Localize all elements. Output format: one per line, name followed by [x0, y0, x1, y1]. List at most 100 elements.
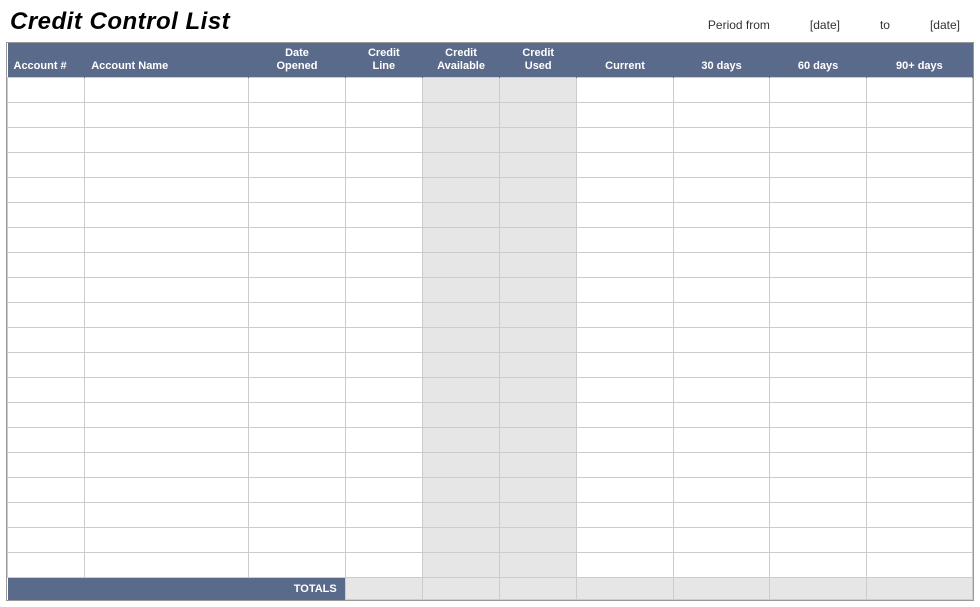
- cell[interactable]: [249, 553, 346, 578]
- table-row[interactable]: [8, 103, 973, 128]
- cell[interactable]: [500, 253, 577, 278]
- table-row[interactable]: [8, 78, 973, 103]
- cell[interactable]: [577, 528, 674, 553]
- cell[interactable]: [770, 478, 867, 503]
- cell[interactable]: [8, 253, 85, 278]
- cell[interactable]: [249, 528, 346, 553]
- cell[interactable]: [345, 178, 422, 203]
- table-row[interactable]: [8, 253, 973, 278]
- cell[interactable]: [85, 553, 249, 578]
- cell[interactable]: [249, 428, 346, 453]
- cell[interactable]: [345, 553, 422, 578]
- cell[interactable]: [345, 153, 422, 178]
- cell[interactable]: [577, 503, 674, 528]
- cell[interactable]: [770, 228, 867, 253]
- cell[interactable]: [345, 378, 422, 403]
- cell[interactable]: [8, 203, 85, 228]
- cell[interactable]: [422, 503, 499, 528]
- cell[interactable]: [500, 478, 577, 503]
- cell[interactable]: [422, 403, 499, 428]
- cell[interactable]: [422, 253, 499, 278]
- cell[interactable]: [8, 178, 85, 203]
- cell[interactable]: [422, 528, 499, 553]
- cell[interactable]: [422, 103, 499, 128]
- cell[interactable]: [500, 128, 577, 153]
- cell[interactable]: [85, 378, 249, 403]
- cell[interactable]: [673, 103, 770, 128]
- cell[interactable]: [249, 453, 346, 478]
- cell[interactable]: [500, 428, 577, 453]
- cell[interactable]: [422, 353, 499, 378]
- cell[interactable]: [422, 378, 499, 403]
- cell[interactable]: [85, 303, 249, 328]
- cell[interactable]: [8, 303, 85, 328]
- cell[interactable]: [422, 78, 499, 103]
- cell[interactable]: [85, 103, 249, 128]
- cell[interactable]: [500, 178, 577, 203]
- table-row[interactable]: [8, 528, 973, 553]
- cell[interactable]: [422, 428, 499, 453]
- cell[interactable]: [345, 403, 422, 428]
- cell[interactable]: [422, 153, 499, 178]
- cell[interactable]: [249, 253, 346, 278]
- cell[interactable]: [770, 278, 867, 303]
- cell[interactable]: [422, 553, 499, 578]
- cell[interactable]: [8, 503, 85, 528]
- cell[interactable]: [422, 303, 499, 328]
- cell[interactable]: [500, 503, 577, 528]
- cell[interactable]: [249, 478, 346, 503]
- cell[interactable]: [8, 353, 85, 378]
- cell[interactable]: [345, 78, 422, 103]
- cell[interactable]: [249, 503, 346, 528]
- cell[interactable]: [8, 428, 85, 453]
- table-row[interactable]: [8, 128, 973, 153]
- table-row[interactable]: [8, 178, 973, 203]
- cell[interactable]: [577, 428, 674, 453]
- cell[interactable]: [8, 128, 85, 153]
- cell[interactable]: [345, 328, 422, 353]
- cell[interactable]: [422, 328, 499, 353]
- cell[interactable]: [673, 528, 770, 553]
- cell[interactable]: [577, 553, 674, 578]
- cell[interactable]: [673, 303, 770, 328]
- cell[interactable]: [345, 228, 422, 253]
- cell[interactable]: [85, 178, 249, 203]
- cell[interactable]: [866, 253, 972, 278]
- cell[interactable]: [8, 453, 85, 478]
- cell[interactable]: [345, 428, 422, 453]
- cell[interactable]: [577, 403, 674, 428]
- cell[interactable]: [249, 128, 346, 153]
- cell[interactable]: [673, 128, 770, 153]
- cell[interactable]: [8, 278, 85, 303]
- table-row[interactable]: [8, 228, 973, 253]
- cell[interactable]: [8, 103, 85, 128]
- cell[interactable]: [866, 378, 972, 403]
- cell[interactable]: [866, 228, 972, 253]
- cell[interactable]: [577, 178, 674, 203]
- cell[interactable]: [249, 103, 346, 128]
- table-row[interactable]: [8, 328, 973, 353]
- cell[interactable]: [500, 453, 577, 478]
- cell[interactable]: [770, 128, 867, 153]
- cell[interactable]: [500, 78, 577, 103]
- cell[interactable]: [500, 328, 577, 353]
- cell[interactable]: [345, 303, 422, 328]
- cell[interactable]: [866, 178, 972, 203]
- cell[interactable]: [500, 303, 577, 328]
- cell[interactable]: [770, 203, 867, 228]
- cell[interactable]: [8, 78, 85, 103]
- cell[interactable]: [422, 203, 499, 228]
- cell[interactable]: [500, 203, 577, 228]
- cell[interactable]: [85, 403, 249, 428]
- cell[interactable]: [500, 528, 577, 553]
- cell[interactable]: [673, 228, 770, 253]
- cell[interactable]: [249, 378, 346, 403]
- table-row[interactable]: [8, 553, 973, 578]
- cell[interactable]: [500, 103, 577, 128]
- cell[interactable]: [577, 203, 674, 228]
- cell[interactable]: [85, 253, 249, 278]
- cell[interactable]: [673, 453, 770, 478]
- cell[interactable]: [770, 178, 867, 203]
- cell[interactable]: [673, 378, 770, 403]
- cell[interactable]: [249, 203, 346, 228]
